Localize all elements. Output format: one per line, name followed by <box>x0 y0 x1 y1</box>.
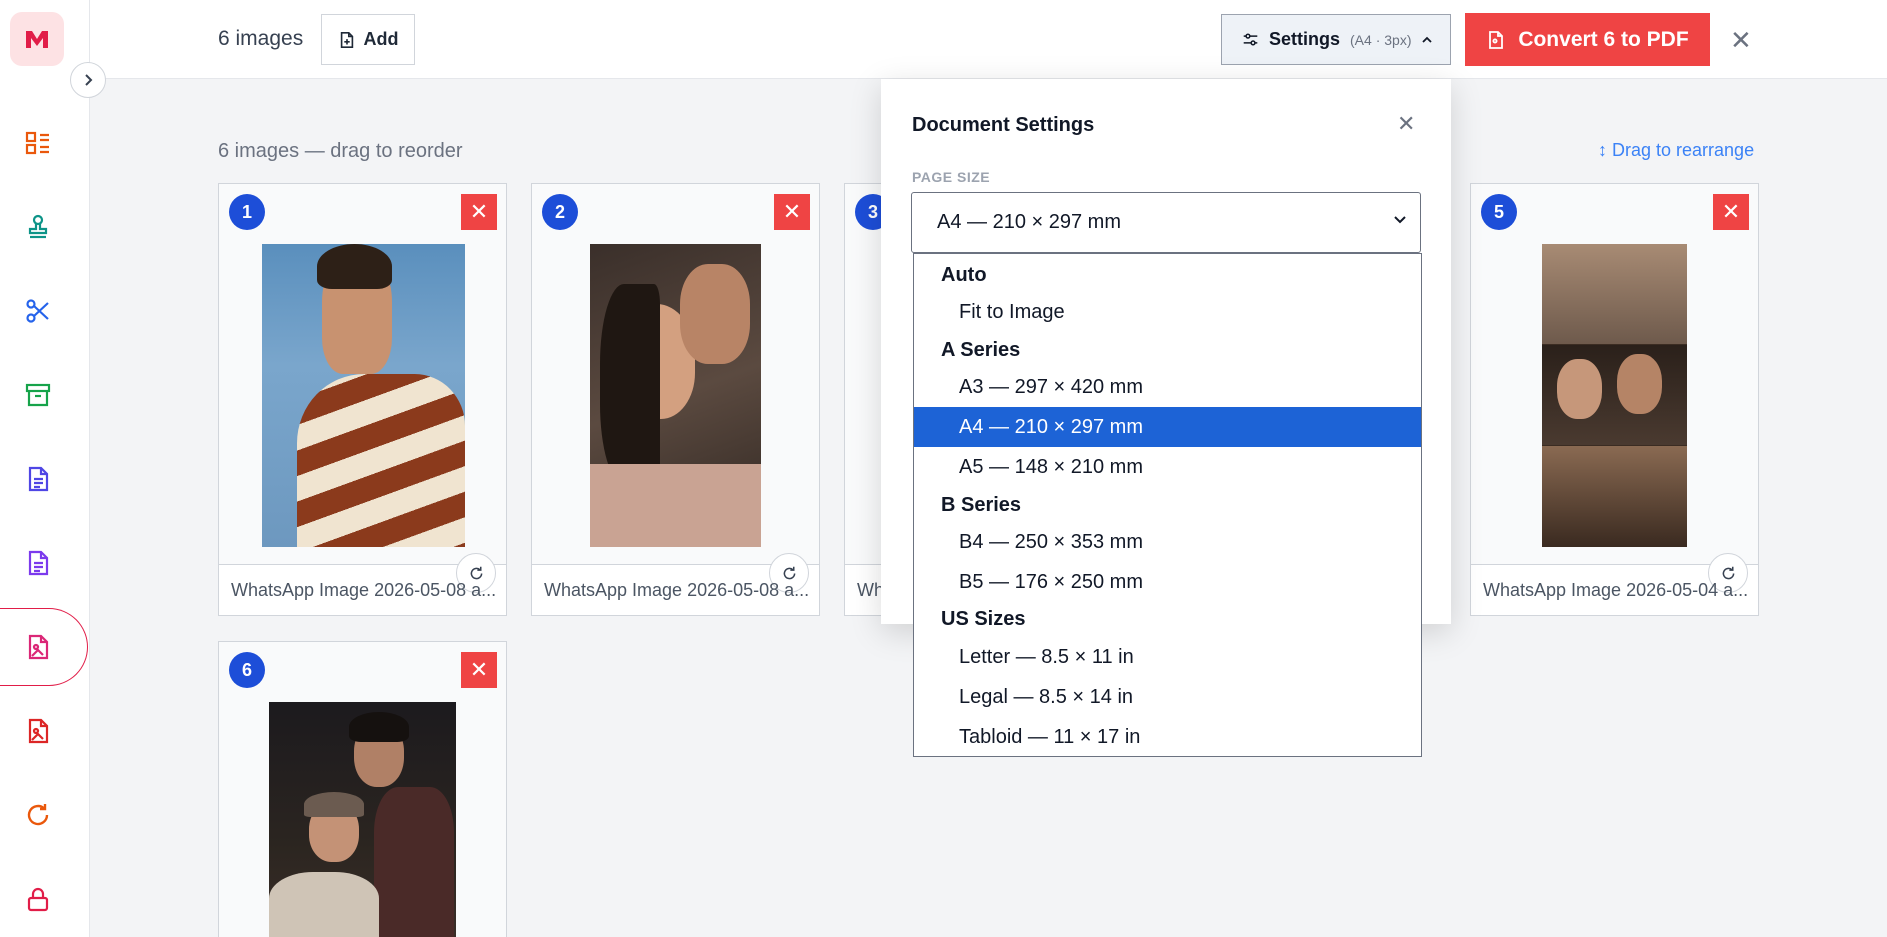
image-thumbnail <box>590 244 761 547</box>
logo-icon <box>26 31 48 48</box>
sidebar-item-archive[interactable] <box>0 356 90 434</box>
sidebar-item-stamp[interactable] <box>0 188 90 266</box>
reorder-hint: 6 images — drag to reorder <box>218 140 463 162</box>
image-thumbnail <box>269 702 456 937</box>
document-icon <box>28 466 49 492</box>
chevron-right-icon <box>85 74 93 86</box>
thumbnail-area <box>532 184 819 565</box>
page-size-dropdown: Auto Fit to Image A Series A3 — 297 × 42… <box>913 253 1422 757</box>
settings-summary: (A4 · 3px) <box>1350 31 1412 48</box>
page-size-option[interactable]: B5 — 176 × 250 mm <box>914 562 1421 602</box>
option-group-label: A Series <box>941 339 1021 361</box>
chevron-up-icon <box>1422 36 1433 43</box>
rotate-icon <box>783 566 795 579</box>
image-card[interactable]: 2 ✕ WhatsApp Image 2026-05-08 a... <box>531 183 820 616</box>
order-badge: 6 <box>229 652 265 688</box>
page-size-option[interactable]: Legal — 8.5 × 14 in <box>914 677 1421 717</box>
sidebar-item-document-2[interactable] <box>0 524 90 602</box>
image-filename: WhatsApp Image 2026-05-04 a... <box>1483 580 1748 600</box>
topbar: 6 images Add Settings (A4 · 3px) Convert… <box>90 0 1887 79</box>
settings-button-label: Settings <box>1269 29 1341 49</box>
close-icon[interactable]: ✕ <box>1730 25 1752 56</box>
page-size-option-selected[interactable]: A4 — 210 × 297 mm <box>914 407 1421 447</box>
rotate-icon <box>470 566 482 579</box>
option-group-label: B Series <box>941 494 1022 516</box>
sidebar-item-organize[interactable] <box>0 104 90 182</box>
image-card[interactable]: 1 ✕ WhatsApp Image 2026-05-08 a... <box>218 183 507 616</box>
order-badge: 1 <box>229 194 265 230</box>
image-filename: WhatsApp Image 2026-05-08 a... <box>231 580 496 600</box>
page-size-option[interactable]: Letter — 8.5 × 11 in <box>914 637 1421 677</box>
image-count: 6 images <box>218 27 304 50</box>
drag-to-rearrange-link[interactable]: ↕ Drag to rearrange <box>1598 140 1754 161</box>
add-button-label: Add <box>363 29 399 49</box>
sidebar-item-pdf-to-image[interactable] <box>0 692 90 770</box>
lock-icon <box>27 887 49 912</box>
page-size-option[interactable]: Tabloid — 11 × 17 in <box>914 717 1421 757</box>
refresh-icon <box>27 804 49 826</box>
grid-layout-icon <box>25 131 49 155</box>
convert-button-label: Convert 6 to PDF <box>1518 27 1689 51</box>
sidebar-item-rotate[interactable] <box>0 776 90 854</box>
chevron-down-icon <box>1394 216 1406 224</box>
thumbnail-area <box>1471 184 1758 565</box>
image-filename: WhatsApp Image 2026-05-08 a... <box>544 580 809 600</box>
image-card[interactable]: 6 ✕ <box>218 641 507 937</box>
pdf-file-icon <box>1489 30 1504 49</box>
archive-icon <box>25 383 51 407</box>
settings-button[interactable]: Settings (A4 · 3px) <box>1221 14 1451 65</box>
stamp-icon <box>28 214 48 239</box>
page-size-option[interactable]: Fit to Image <box>914 292 1421 332</box>
option-group-label: Auto <box>941 264 987 286</box>
image-file-icon <box>28 634 49 660</box>
scissors-icon <box>26 299 49 323</box>
image-thumbnail <box>1542 244 1687 547</box>
page-size-option[interactable]: A5 — 148 × 210 mm <box>914 447 1421 487</box>
image-file-red-icon <box>28 718 49 744</box>
delete-image-button[interactable]: ✕ <box>461 652 497 688</box>
file-plus-icon <box>340 31 353 48</box>
order-badge: 2 <box>542 194 578 230</box>
sidebar <box>0 0 90 937</box>
panel-title: Document Settings <box>912 114 1095 136</box>
page-size-label: PAGE SIZE <box>912 169 991 185</box>
page-size-selected: A4 — 210 × 297 mm <box>937 211 1121 233</box>
sidebar-item-protect[interactable] <box>0 860 90 937</box>
sidebar-item-document[interactable] <box>0 440 90 518</box>
convert-to-pdf-button[interactable]: Convert 6 to PDF <box>1465 13 1710 66</box>
add-button[interactable]: Add <box>321 14 415 65</box>
page-size-select[interactable]: A4 — 210 × 297 mm <box>911 192 1421 253</box>
thumbnail-area <box>219 184 506 565</box>
option-group-label: US Sizes <box>941 608 1026 630</box>
app-logo[interactable] <box>10 12 64 66</box>
delete-image-button[interactable]: ✕ <box>461 194 497 230</box>
delete-image-button[interactable]: ✕ <box>1713 194 1749 230</box>
sliders-icon <box>1243 33 1258 46</box>
sidebar-item-split[interactable] <box>0 272 90 350</box>
delete-image-button[interactable]: ✕ <box>774 194 810 230</box>
image-card[interactable]: 5 ✕ WhatsApp Image 2026-05-04 a... <box>1470 183 1759 616</box>
rotate-icon <box>1722 566 1734 579</box>
page-size-option[interactable]: A3 — 297 × 420 mm <box>914 367 1421 407</box>
page-size-option[interactable]: B4 — 250 × 353 mm <box>914 522 1421 562</box>
close-panel-icon[interactable]: ✕ <box>1397 111 1415 137</box>
image-thumbnail <box>262 244 465 547</box>
sidebar-expand-button[interactable] <box>70 62 106 98</box>
document-text-icon <box>28 550 49 576</box>
sidebar-item-image-to-pdf[interactable] <box>0 608 88 686</box>
order-badge: 5 <box>1481 194 1517 230</box>
